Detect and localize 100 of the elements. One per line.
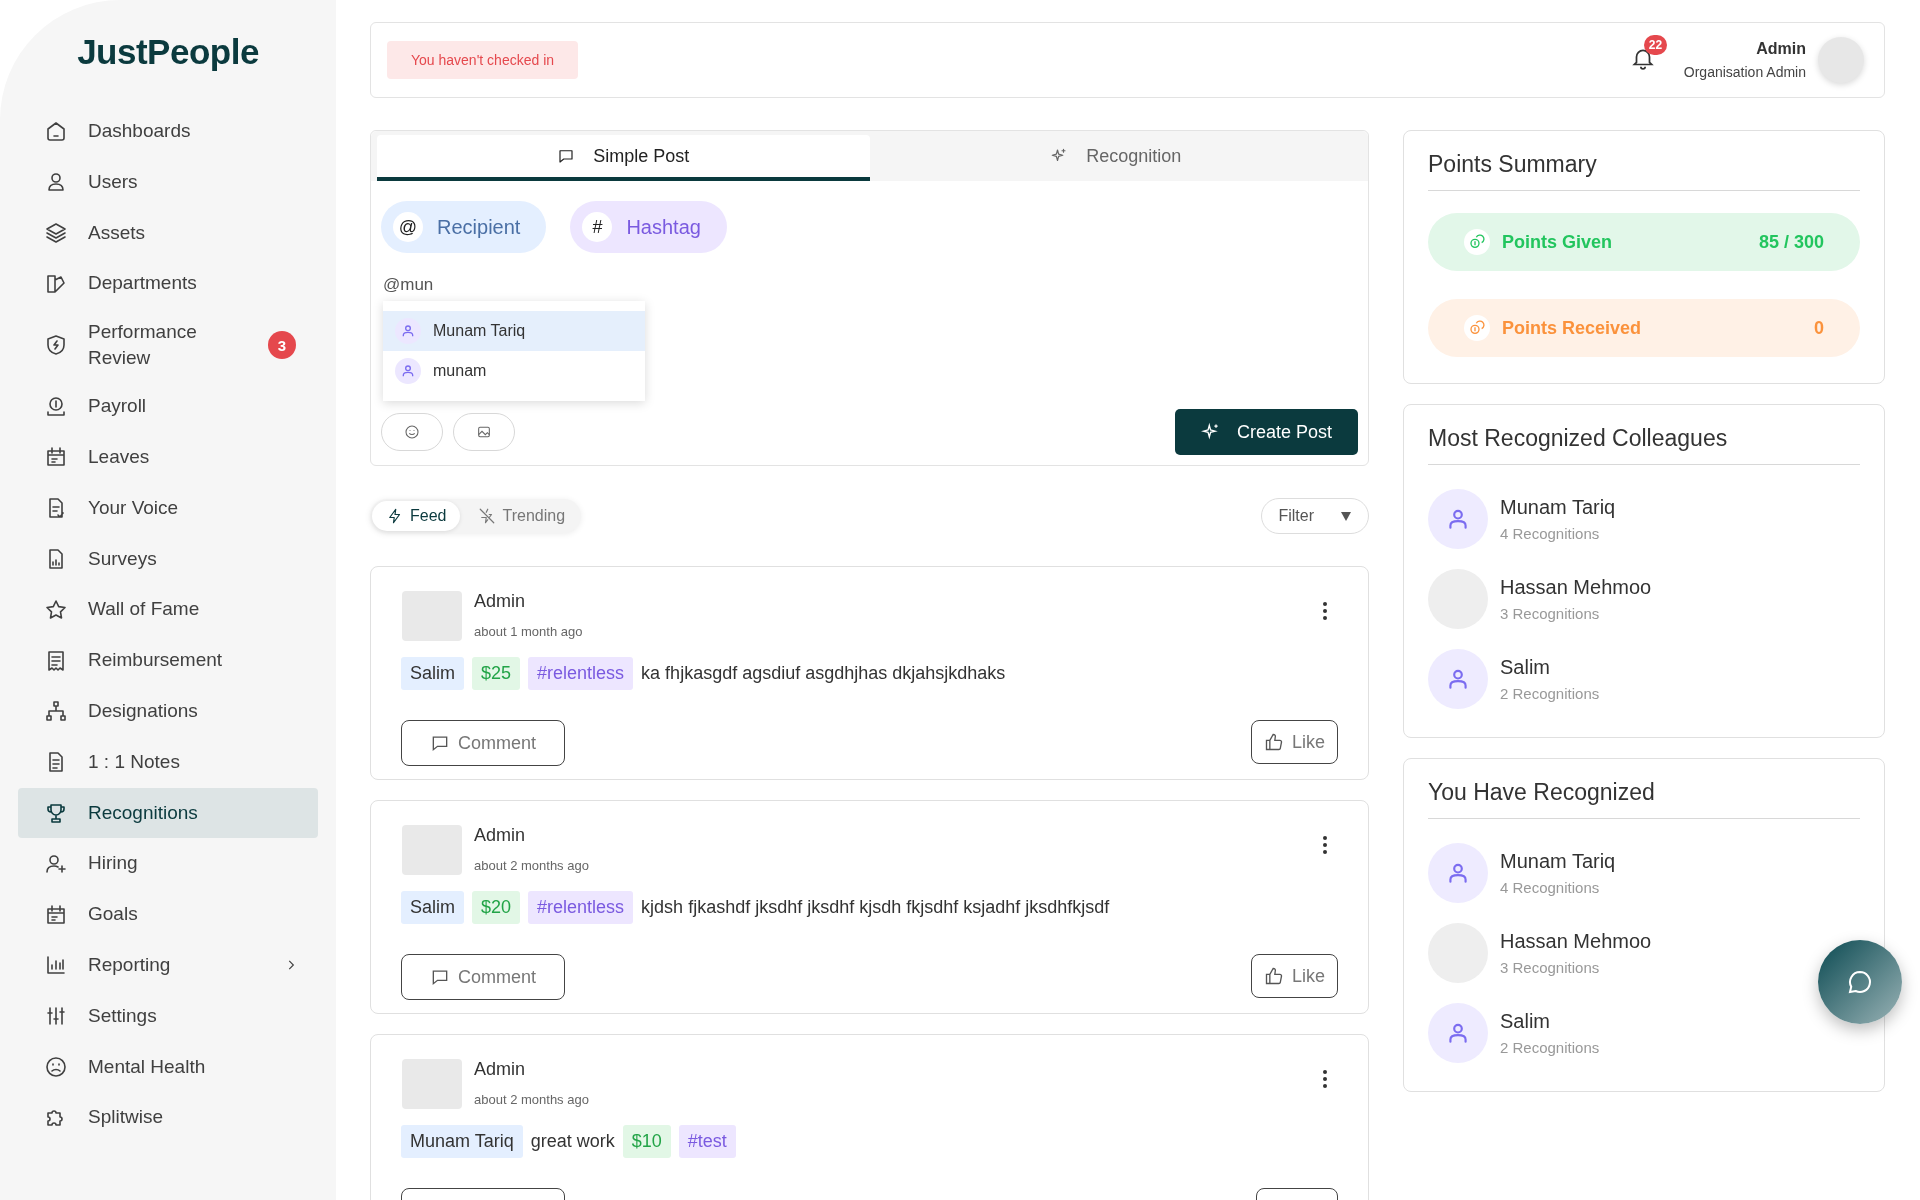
sidebar-item[interactable]: Recognitions	[18, 787, 318, 839]
coins-icon	[1469, 234, 1485, 250]
sidebar-item[interactable]: Reimbursement	[18, 635, 318, 686]
post-time: about 2 months ago	[474, 858, 589, 873]
lightning-off-icon	[478, 507, 497, 525]
shield-icon	[44, 333, 68, 358]
person-name: Hassan Mehmoo	[1500, 930, 1652, 953]
recipient-tag: Salim	[401, 891, 464, 924]
sidebar-item[interactable]: Wall of Fame	[18, 584, 318, 636]
notification-badge: 22	[1643, 35, 1668, 55]
create-post-button[interactable]: Create Post	[1174, 409, 1358, 455]
user-name: Admin	[1756, 40, 1806, 58]
points-row: Points Given 85 / 300	[1428, 213, 1860, 271]
user-icon	[400, 323, 416, 339]
thumbs-up-icon	[1263, 732, 1284, 752]
person-name: Munam Tariq	[1500, 496, 1616, 519]
like-button[interactable]: Like	[1250, 954, 1338, 998]
chat-button[interactable]	[1818, 940, 1902, 1024]
sidebar-item[interactable]: Designations	[18, 685, 318, 737]
post-text: kjdsh fjkashdf jksdhf jksdhf kjsdh fkjsdhf ksjadhf jksdhfkjsdf	[641, 896, 1110, 919]
author-name: Admin	[474, 591, 527, 612]
post-time: about 2 months ago	[474, 1092, 589, 1107]
amount-tag: $25	[472, 657, 521, 690]
caret-down-icon	[1340, 510, 1352, 522]
sidebar-item[interactable]: Departments	[18, 258, 318, 310]
home-icon	[44, 119, 68, 144]
mention-option[interactable]: munam	[383, 351, 645, 391]
chat-bubble-icon	[557, 147, 576, 165]
amount-tag: $10	[622, 1125, 671, 1158]
mention-option[interactable]: Munam Tariq	[383, 311, 645, 351]
sidebar-item[interactable]: Reporting	[18, 939, 318, 991]
calendar-icon	[44, 902, 68, 927]
person-name: Salim	[1500, 1010, 1551, 1033]
hashtag-tag: #relentless	[528, 891, 634, 924]
card-title: Most Recognized Colleagues	[1428, 425, 1860, 465]
coins-icon	[1469, 320, 1485, 336]
recognition-count: 4 Recognitions	[1500, 525, 1601, 542]
user-icon	[400, 363, 416, 379]
post-type-tab[interactable]: Recognition	[869, 135, 1362, 181]
sidebar-item[interactable]: Goals	[18, 889, 318, 940]
coin-icon	[44, 394, 68, 419]
feed-tab[interactable]: Trending	[464, 501, 580, 531]
smiley-icon	[404, 424, 420, 440]
card-title: Points Summary	[1428, 151, 1860, 191]
recognition-count: 3 Recognitions	[1500, 959, 1601, 976]
comment-button[interactable]: Comment	[401, 954, 565, 1000]
recipient-tag: Salim	[401, 657, 464, 690]
person-name: Munam Tariq	[1500, 850, 1616, 873]
author-name: Admin	[474, 825, 527, 846]
recognition-count: 2 Recognitions	[1500, 1039, 1600, 1056]
logo: JustPeople	[76, 32, 260, 72]
recognition-count: 2 Recognitions	[1500, 685, 1600, 702]
post-time: about 1 month ago	[474, 624, 583, 639]
layers-icon	[44, 221, 68, 245]
star-icon	[44, 597, 68, 622]
hashtag-tag: #test	[678, 1125, 736, 1158]
user-role: Organisation Admin	[1683, 64, 1806, 80]
more-options-icon[interactable]	[1322, 835, 1328, 855]
hashtag-tag: #relentless	[528, 657, 634, 690]
person-name: Hassan Mehmoo	[1500, 576, 1652, 599]
recipient-button[interactable]: @ Recipient	[381, 201, 547, 253]
sidebar-item[interactable]: Performance Review 3	[18, 309, 318, 382]
sidebar-item[interactable]: Users	[18, 156, 318, 208]
sparkle-icon	[1200, 422, 1221, 442]
recognition-count: 4 Recognitions	[1500, 879, 1601, 896]
image-icon	[476, 424, 492, 440]
card-title: You Have Recognized	[1428, 779, 1860, 819]
thumbs-up-icon	[1263, 966, 1284, 986]
person-name: Salim	[1500, 656, 1551, 679]
author-name: Admin	[474, 1059, 527, 1080]
filter-dropdown[interactable]: Filter	[1261, 498, 1369, 534]
check-in-notice: You haven't checked in	[387, 41, 579, 79]
comment-button[interactable]: Comment	[401, 720, 565, 766]
hashtag-button[interactable]: # Hashtag	[570, 201, 727, 253]
post-type-tab[interactable]: Simple Post	[377, 135, 870, 181]
sidebar-item[interactable]: Payroll	[18, 381, 318, 432]
like-button[interactable]: Like	[1250, 720, 1338, 764]
post-text: ka fhjkasgdf agsdiuf asgdhjhas dkjahsjkdhaks	[641, 662, 1006, 685]
sidebar-item[interactable]: Splitwise	[18, 1092, 318, 1144]
recipient-tag: Munam Tariq	[401, 1125, 523, 1158]
sidebar-item[interactable]: Hiring	[18, 838, 318, 890]
more-options-icon[interactable]	[1322, 601, 1328, 621]
hierarchy-icon	[44, 699, 68, 724]
recognition-count: 3 Recognitions	[1500, 605, 1601, 622]
face-icon	[44, 1054, 68, 1079]
points-row: Points Received 0	[1428, 299, 1860, 357]
sidebar-item[interactable]: Your Voice	[18, 482, 318, 534]
sidebar-item[interactable]: Mental Health	[18, 1041, 318, 1093]
amount-tag: $20	[472, 891, 521, 924]
more-options-icon[interactable]	[1322, 1069, 1328, 1089]
feed-tab[interactable]: Feed	[372, 501, 461, 531]
sidebar-item[interactable]: Dashboards	[18, 106, 318, 157]
sidebar-item[interactable]: Settings	[18, 990, 318, 1042]
count-badge: 3	[268, 331, 296, 360]
sidebar-item[interactable]: Assets	[18, 207, 318, 259]
sidebar-item[interactable]: Surveys	[18, 533, 318, 585]
sidebar-item[interactable]: 1 : 1 Notes	[18, 736, 318, 788]
sidebar-item[interactable]: Leaves	[18, 432, 318, 483]
image-button[interactable]	[453, 413, 515, 451]
post-text: great work	[530, 1130, 615, 1153]
